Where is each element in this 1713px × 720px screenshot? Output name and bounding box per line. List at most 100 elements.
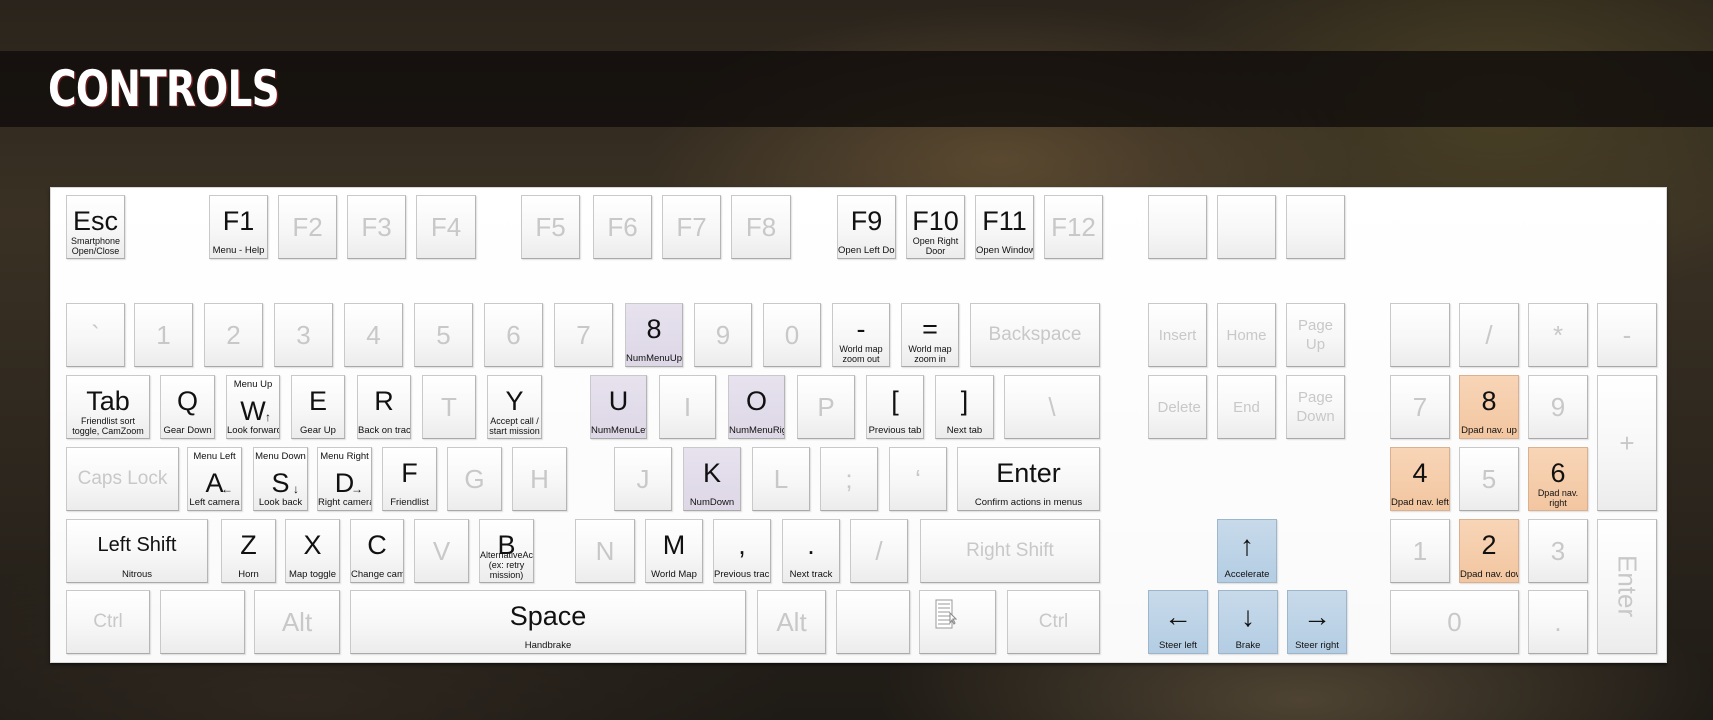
- key-pagedown[interactable]: Page Down: [1286, 375, 1345, 439]
- key-quote[interactable]: ‘: [889, 447, 947, 511]
- key-up[interactable]: ↑ Accelerate: [1217, 519, 1277, 583]
- key-n9[interactable]: 9: [694, 303, 752, 367]
- key-np-star[interactable]: *: [1528, 303, 1588, 367]
- key-rshift[interactable]: Right Shift: [920, 519, 1100, 583]
- key-blank-c[interactable]: [1286, 195, 1345, 259]
- key-enter[interactable]: Enter Confirm actions in menus: [957, 447, 1100, 511]
- key-right[interactable]: → Steer right: [1287, 590, 1347, 654]
- key-f4[interactable]: F4: [416, 195, 476, 259]
- key-home[interactable]: Home: [1217, 303, 1276, 367]
- key-j[interactable]: J: [614, 447, 672, 511]
- key-end[interactable]: End: [1217, 375, 1276, 439]
- key-a[interactable]: Menu Left A ← Left camera: [187, 447, 242, 511]
- key-f3[interactable]: F3: [347, 195, 406, 259]
- key-menu[interactable]: [919, 590, 996, 654]
- key-np0[interactable]: 0: [1390, 590, 1519, 654]
- key-lctrl[interactable]: Ctrl: [66, 590, 150, 654]
- key-t[interactable]: T: [422, 375, 476, 439]
- key-n4[interactable]: 4: [344, 303, 403, 367]
- key-lalt[interactable]: Alt: [254, 590, 340, 654]
- key-o[interactable]: O NumMenuRight: [728, 375, 785, 439]
- key-ralt[interactable]: Alt: [757, 590, 826, 654]
- key-l[interactable]: L: [752, 447, 810, 511]
- key-rbracket[interactable]: ] Next tab: [935, 375, 994, 439]
- key-left[interactable]: ← Steer left: [1148, 590, 1208, 654]
- key-lshift[interactable]: Left Shift Nitrous: [66, 519, 208, 583]
- key-blank-win2[interactable]: [836, 590, 910, 654]
- key-np5[interactable]: 5: [1459, 447, 1519, 511]
- key-g[interactable]: G: [447, 447, 502, 511]
- key-f11[interactable]: F11 Open Windows: [975, 195, 1034, 259]
- key-k[interactable]: K NumDown: [683, 447, 741, 511]
- key-period[interactable]: . Next track: [782, 519, 840, 583]
- key-space[interactable]: Space Handbrake: [350, 590, 746, 654]
- key-s[interactable]: Menu Down S ↓ Look back: [253, 447, 308, 511]
- key-d[interactable]: Menu Right D → Right camera: [317, 447, 372, 511]
- key-np-minus[interactable]: -: [1597, 303, 1657, 367]
- key-backslash[interactable]: \: [1004, 375, 1100, 439]
- key-esc[interactable]: Esc Smartphone Open/Close: [66, 195, 125, 259]
- key-pageup[interactable]: Page Up: [1286, 303, 1345, 367]
- key-i[interactable]: I: [659, 375, 716, 439]
- key-np-numlock[interactable]: [1390, 303, 1450, 367]
- key-f1[interactable]: F1 Menu - Help: [209, 195, 268, 259]
- key-blank-win[interactable]: [160, 590, 245, 654]
- key-f12[interactable]: F12: [1044, 195, 1103, 259]
- key-c[interactable]: C Change camera: [350, 519, 404, 583]
- key-lbracket[interactable]: [Previous tab: [866, 375, 924, 439]
- key-blank-a[interactable]: [1148, 195, 1207, 259]
- key-q[interactable]: Q Gear Down: [160, 375, 215, 439]
- key-f2[interactable]: F2: [278, 195, 337, 259]
- key-x[interactable]: X Map toggle: [285, 519, 340, 583]
- key-n7[interactable]: 7: [554, 303, 613, 367]
- key-comma[interactable]: , Previous track: [713, 519, 771, 583]
- key-slash[interactable]: /: [850, 519, 908, 583]
- key-n0[interactable]: 0: [763, 303, 821, 367]
- key-h[interactable]: H: [512, 447, 567, 511]
- key-n8[interactable]: 8 NumMenuUp: [625, 303, 683, 367]
- key-z[interactable]: Z Horn: [221, 519, 276, 583]
- key-n5[interactable]: 5: [414, 303, 473, 367]
- key-np-plus[interactable]: +: [1597, 375, 1657, 511]
- key-f6[interactable]: F6: [593, 195, 652, 259]
- key-m[interactable]: M World Map: [645, 519, 703, 583]
- key-np1[interactable]: 1: [1390, 519, 1450, 583]
- key-n2[interactable]: 2: [204, 303, 263, 367]
- key-r[interactable]: R Back on track: [357, 375, 411, 439]
- key-equals[interactable]: = World map zoom in: [901, 303, 959, 367]
- key-np4[interactable]: 4 Dpad nav. left: [1390, 447, 1450, 511]
- key-np-dot[interactable]: .: [1528, 590, 1588, 654]
- key-p[interactable]: P: [797, 375, 855, 439]
- key-n1[interactable]: 1: [134, 303, 193, 367]
- key-np2[interactable]: 2 Dpad nav. down: [1459, 519, 1519, 583]
- key-b[interactable]: BAlternativeAction (ex: retry mission): [479, 519, 534, 583]
- key-tab[interactable]: Tab Friendlist sort toggle, CamZoom: [66, 375, 150, 439]
- key-f[interactable]: F Friendlist: [382, 447, 437, 511]
- key-n[interactable]: N: [575, 519, 635, 583]
- key-np9[interactable]: 9: [1528, 375, 1588, 439]
- key-blank-b[interactable]: [1217, 195, 1276, 259]
- key-f9[interactable]: F9 Open Left Door: [837, 195, 896, 259]
- key-w[interactable]: Menu Up W ↑ Look forward: [226, 375, 280, 439]
- key-semicolon[interactable]: ;: [820, 447, 878, 511]
- key-n3[interactable]: 3: [274, 303, 333, 367]
- key-f8[interactable]: F8: [731, 195, 791, 259]
- key-np8[interactable]: 8 Dpad nav. up: [1459, 375, 1519, 439]
- key-np-enter[interactable]: Enter: [1597, 519, 1657, 654]
- key-y[interactable]: Y Accept call / start mission: [487, 375, 542, 439]
- key-insert[interactable]: Insert: [1148, 303, 1207, 367]
- key-backtick[interactable]: `: [66, 303, 125, 367]
- key-e[interactable]: E Gear Up: [291, 375, 345, 439]
- key-f10[interactable]: F10 Open Right Door: [906, 195, 965, 259]
- key-delete[interactable]: Delete: [1148, 375, 1207, 439]
- key-np7[interactable]: 7: [1390, 375, 1450, 439]
- key-np3[interactable]: 3: [1528, 519, 1588, 583]
- key-down[interactable]: ↓ Brake: [1218, 590, 1278, 654]
- key-f5[interactable]: F5: [521, 195, 580, 259]
- key-capslock[interactable]: Caps Lock: [66, 447, 179, 511]
- key-np-slash[interactable]: /: [1459, 303, 1519, 367]
- key-u[interactable]: U NumMenuLeft: [590, 375, 647, 439]
- key-f7[interactable]: F7: [662, 195, 721, 259]
- key-rctrl[interactable]: Ctrl: [1007, 590, 1100, 654]
- key-minus[interactable]: - World map zoom out: [832, 303, 890, 367]
